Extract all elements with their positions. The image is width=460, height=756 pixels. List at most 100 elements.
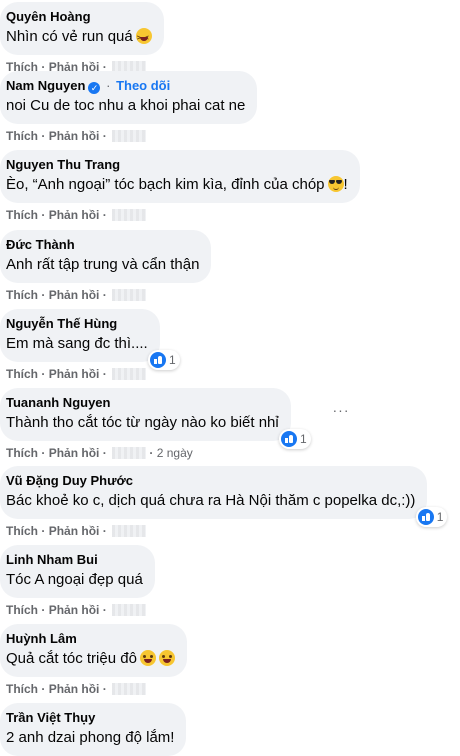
blurred-timestamp — [112, 604, 147, 616]
blurred-timestamp — [112, 525, 147, 537]
comment: Linh Nham Bui Tóc A ngoại đẹp quá Thích … — [0, 545, 155, 618]
grinning-emoji-icon — [158, 650, 175, 666]
like-button[interactable]: Thích — [6, 129, 38, 143]
comment-actions: Thích · Phản hồi · — [0, 207, 360, 223]
separator: · — [102, 682, 107, 696]
like-reaction-icon — [150, 352, 167, 368]
separator: · — [41, 208, 46, 222]
reply-button[interactable]: Phản hồi — [49, 524, 100, 538]
comment-author[interactable]: Vũ Đặng Duy Phước — [6, 473, 133, 488]
comment-text: Quả cắt tóc triệu đô — [6, 650, 137, 667]
separator: · — [41, 288, 46, 302]
blurred-timestamp — [112, 130, 147, 142]
like-button[interactable]: Thích — [6, 603, 38, 617]
separator: · — [41, 129, 46, 143]
separator: · — [41, 682, 46, 696]
comment-actions: Thích · Phản hồi · — [0, 128, 257, 144]
comment-text: Tóc A ngoại đẹp quá — [6, 571, 143, 588]
comment: Huỳnh Lâm Quả cắt tóc triệu đô Thích · P… — [0, 624, 187, 697]
comment-bubble: Quyên Hoàng Nhìn có vẻ run quá — [0, 2, 164, 55]
comment-bubble: Nguyễn Thế Hùng Em mà sang đc thì.... 1 — [0, 309, 180, 370]
comment: Tuananh Nguyen Thành tho cắt tóc từ ngày… — [0, 388, 311, 461]
reaction-summary[interactable]: 1 — [279, 429, 311, 449]
reply-button[interactable]: Phản hồi — [49, 603, 100, 617]
comment-actions: Thích · Phản hồi · · 2 ngày — [0, 445, 291, 461]
comment-actions: Thích · Phản hồi · — [0, 287, 211, 303]
verified-badge-icon: ✓ — [88, 82, 101, 94]
comment-author[interactable]: Nam Nguyen — [6, 78, 85, 93]
separator: · — [41, 603, 46, 617]
blurred-timestamp — [112, 209, 147, 221]
like-reaction-icon — [417, 509, 434, 525]
reaction-count: 1 — [436, 510, 444, 524]
reply-button[interactable]: Phản hồi — [49, 208, 100, 222]
comment-bubble: Đức Thành Anh rất tập trung và cẩn thận — [0, 230, 212, 283]
comment-bubble: Tuananh Nguyen Thành tho cắt tóc từ ngày… — [0, 388, 311, 449]
more-options-icon[interactable]: ··· — [331, 402, 351, 422]
separator: · — [41, 367, 46, 381]
blurred-timestamp — [112, 368, 147, 380]
separator: · — [102, 446, 107, 460]
comment-text: Nhìn có vẻ run quá — [6, 28, 133, 45]
comment-bubble: Trần Việt Thụy 2 anh dzai phong độ lắm! — [0, 703, 187, 756]
comment-timestamp[interactable]: 2 ngày — [157, 446, 193, 460]
like-button[interactable]: Thích — [6, 208, 38, 222]
blurred-timestamp — [112, 683, 147, 695]
comment-author[interactable]: Đức Thành — [6, 237, 75, 252]
comment: Đức Thành Anh rất tập trung và cẩn thận … — [0, 230, 212, 303]
reply-button[interactable]: Phản hồi — [49, 682, 100, 696]
reaction-count: 1 — [300, 432, 307, 446]
separator: · — [149, 446, 154, 460]
separator: · — [102, 603, 107, 617]
separator: · — [102, 129, 107, 143]
like-button[interactable]: Thích — [6, 524, 38, 538]
comment-text: 2 anh dzai phong độ lắm! — [6, 729, 175, 746]
separator: · — [102, 208, 107, 222]
like-button[interactable]: Thích — [6, 288, 38, 302]
reply-button[interactable]: Phản hồi — [49, 288, 100, 302]
comment-bubble: Vũ Đặng Duy Phước Bác khoẻ ko c, dịch qu… — [0, 466, 448, 527]
comment-author[interactable]: Nguyễn Thế Hùng — [6, 316, 117, 331]
comment-author[interactable]: Quyên Hoàng — [6, 9, 91, 24]
comment-text: Bác khoẻ ko c, dịch quá chưa ra Hà Nội t… — [6, 492, 416, 509]
blurred-timestamp — [112, 447, 147, 459]
reaction-count: 1 — [169, 353, 176, 367]
reaction-summary[interactable]: 1 — [415, 507, 448, 527]
comment-author[interactable]: Trần Việt Thụy — [6, 710, 95, 725]
comment-author[interactable]: Huỳnh Lâm — [6, 631, 77, 646]
grinning-emoji-icon — [139, 650, 156, 666]
comment-text: Anh rất tập trung và cẩn thận — [6, 256, 200, 273]
follow-button[interactable]: Theo dõi — [116, 78, 170, 93]
reply-button[interactable]: Phản hồi — [49, 129, 100, 143]
like-reaction-icon — [281, 431, 298, 447]
like-button[interactable]: Thích — [6, 367, 38, 381]
reply-button[interactable]: Phản hồi — [49, 367, 100, 381]
like-button[interactable]: Thích — [6, 446, 38, 460]
separator: · — [41, 524, 46, 538]
separator: · — [102, 367, 107, 381]
comment-actions: Thích · Phản hồi · — [0, 366, 160, 382]
sunglasses-emoji-icon — [327, 176, 344, 192]
comment-text: noi Cu de toc nhu a khoi phai cat ne — [6, 97, 246, 114]
comment-text: Em mà sang đc thì.... — [6, 335, 148, 352]
comment-actions: Thích · Phản hồi · — [0, 602, 155, 618]
comment: Trần Việt Thụy 2 anh dzai phong độ lắm! — [0, 703, 187, 756]
like-button[interactable]: Thích — [6, 682, 38, 696]
comment: Nam Nguyen ✓ · Theo dõi noi Cu de toc nhu… — [0, 71, 258, 144]
reply-button[interactable]: Phản hồi — [49, 446, 100, 460]
comment-author[interactable]: Tuananh Nguyen — [6, 395, 110, 410]
comment-bubble: Huỳnh Lâm Quả cắt tóc triệu đô — [0, 624, 187, 677]
comment-text: Èo, “Anh ngoại” tóc bạch kim kìa, đỉnh c… — [6, 176, 325, 193]
separator: · — [106, 78, 111, 93]
comment: Nguyen Thu Trang Èo, “Anh ngoại” tóc bạc… — [0, 150, 360, 223]
comment-bubble: Nam Nguyen ✓ · Theo dõi noi Cu de toc nhu… — [0, 71, 258, 124]
blurred-timestamp — [112, 289, 147, 301]
comment: Vũ Đặng Duy Phước Bác khoẻ ko c, dịch qu… — [0, 466, 448, 539]
comment-actions: Thích · Phản hồi · — [0, 523, 427, 539]
reaction-summary[interactable]: 1 — [148, 350, 180, 370]
comment-actions: Thích · Phản hồi · — [0, 681, 187, 697]
comment-author[interactable]: Linh Nham Bui — [6, 552, 98, 567]
separator: · — [41, 446, 46, 460]
comment-author[interactable]: Nguyen Thu Trang — [6, 157, 120, 172]
separator: · — [102, 288, 107, 302]
